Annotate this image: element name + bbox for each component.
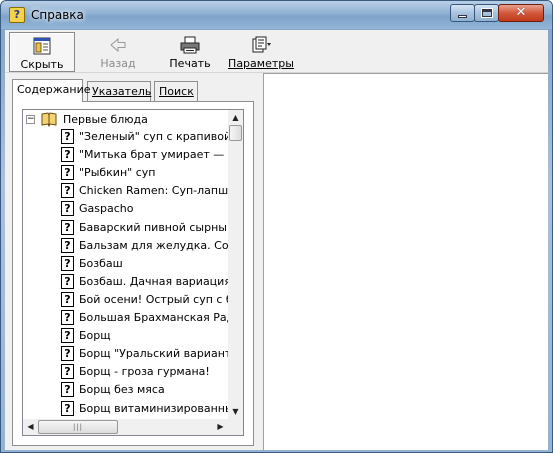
tab-contents[interactable]: Содержание — [12, 79, 91, 102]
help-topic-icon: ? — [61, 183, 74, 199]
tab-index[interactable]: Указатель — [87, 81, 151, 101]
back-button-label: Назад — [100, 57, 136, 70]
options-button[interactable]: Параметры — [226, 32, 296, 72]
tree-item-label: Бальзам для желудка. Соля — [79, 238, 228, 252]
help-topic-icon: ? — [61, 237, 74, 253]
maximize-icon — [480, 8, 493, 18]
title-bar[interactable]: ? Справка ✕ — [1, 1, 552, 29]
scroll-right-icon[interactable]: ▶ — [213, 419, 228, 434]
tree-item-label: Большая Брахманская Радо — [79, 311, 228, 324]
tab-search[interactable]: Поиск — [154, 81, 198, 101]
tree-item-label: Борщ — [79, 329, 111, 343]
horizontal-scrollbar[interactable]: ◀ ||| ▶ — [23, 419, 228, 435]
help-topic-icon: ? — [61, 219, 74, 235]
window-client-area: Скрыть Назад Печать Параметры Содержание… — [5, 30, 548, 450]
hide-pane-icon — [33, 37, 51, 55]
minimize-button[interactable] — [450, 4, 475, 22]
tree-item-label: Бозбаш. Дачная вариация : — [79, 274, 228, 288]
contents-panel: − Первые блюда ? "Зеленый" суп с крапивой… — [12, 101, 254, 446]
scroll-left-icon[interactable]: ◀ — [23, 419, 38, 434]
navigation-pane: Содержание Указатель Поиск − Первые блюд… — [5, 75, 259, 450]
help-topic-icon: ? — [61, 328, 74, 344]
tab-search-label: Поиск — [159, 85, 194, 98]
tree-item-label: Борщ - гроза гурмана! — [79, 365, 210, 379]
tree-root-label: Первые блюда — [63, 113, 148, 126]
tree-item-label: Бой осени! Острый суп с б — [79, 292, 228, 306]
tree-item-label: Борщ витаминизированны — [79, 401, 228, 415]
back-arrow-icon — [110, 37, 126, 53]
help-window: ? Справка ✕ Скрыть Назад Печать Параметр… — [0, 0, 553, 453]
help-topic-icon: ? — [61, 201, 74, 217]
print-button-label: Печать — [169, 57, 211, 70]
help-topic-icon: ? — [61, 147, 74, 163]
close-button[interactable]: ✕ — [498, 4, 544, 22]
toolbar: Скрыть Назад Печать Параметры — [5, 30, 548, 73]
tab-index-label: Указатель — [92, 85, 152, 98]
help-topic-icon: ? — [61, 129, 74, 144]
window-title: Справка — [31, 8, 84, 22]
help-topic-icon: ? — [61, 346, 74, 362]
help-topic-icon: ? — [61, 165, 74, 181]
tree-item-label: Chicken Ramen: Суп-лапша — [79, 184, 228, 198]
open-book-icon — [41, 112, 57, 127]
maximize-button[interactable] — [474, 4, 499, 22]
tree-item-label: "Зеленый" суп с крапивой — [79, 130, 228, 143]
help-topic-icon: ? — [61, 291, 74, 307]
print-button[interactable]: Печать — [160, 32, 220, 72]
hide-button[interactable]: Скрыть — [9, 32, 75, 72]
scroll-up-icon[interactable]: ▲ — [228, 110, 243, 125]
collapse-icon[interactable]: − — [26, 115, 35, 124]
help-topic-icon: ? — [61, 364, 74, 380]
tree-item-label: Бозбаш — [79, 256, 123, 270]
tab-contents-label: Содержание — [17, 83, 91, 96]
tree-item-label: Борщ "Уральский вариант — [79, 347, 228, 361]
minimize-icon — [458, 15, 467, 18]
options-button-label: Параметры — [228, 57, 294, 70]
help-topic-icon: ? — [61, 382, 74, 398]
vertical-scrollbar[interactable]: ▲ ▼ — [228, 110, 243, 419]
help-book-icon: ? — [9, 7, 25, 23]
close-icon: ✕ — [515, 5, 527, 20]
horizontal-scroll-thumb[interactable]: ||| — [38, 420, 118, 434]
scrollbar-corner — [228, 419, 243, 435]
help-topic-icon: ? — [61, 310, 74, 325]
tree-item-label: Баварский пивной сырный — [79, 220, 228, 234]
printer-icon — [180, 36, 200, 54]
tree-item-label: "Митька брат умирает — у — [79, 148, 228, 162]
tree-item-label: Борщ без мяса — [79, 383, 165, 397]
topic-content-pane[interactable] — [263, 73, 548, 450]
options-icon — [252, 36, 271, 53]
tree-item-label: Gaspacho — [79, 202, 134, 216]
back-button[interactable]: Назад — [85, 32, 151, 72]
help-topic-icon: ? — [61, 255, 74, 271]
vertical-scroll-thumb[interactable] — [229, 125, 242, 141]
tree-view[interactable]: − Первые блюда ? "Зеленый" суп с крапивой… — [23, 110, 228, 419]
scroll-down-icon[interactable]: ▼ — [228, 404, 243, 419]
tree-item-label: "Рыбкин" суп — [79, 166, 156, 180]
help-topic-icon: ? — [61, 273, 74, 289]
hide-button-label: Скрыть — [20, 58, 64, 71]
contents-tree[interactable]: − Первые блюда ? "Зеленый" суп с крапивой… — [22, 109, 244, 436]
help-topic-icon: ? — [61, 400, 74, 416]
